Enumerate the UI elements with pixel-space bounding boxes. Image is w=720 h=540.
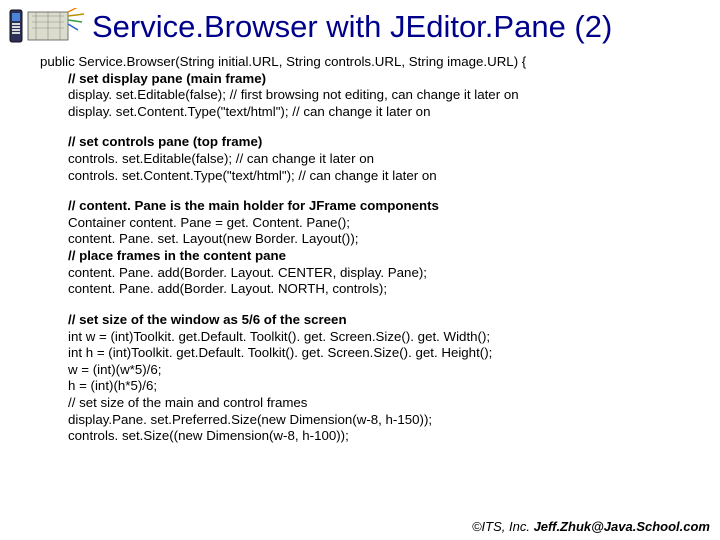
slide-title: Service.Browser with JEditor.Pane (2) (92, 9, 612, 45)
code-line: Container content. Pane = get. Content. … (40, 215, 710, 232)
slide: Service.Browser with JEditor.Pane (2) pu… (0, 0, 720, 540)
blank-line (40, 298, 710, 312)
code-comment: // set controls pane (top frame) (40, 134, 710, 151)
code-line: display.Pane. set.Preferred.Size(new Dim… (40, 412, 710, 429)
code-line: int h = (int)Toolkit. get.Default. Toolk… (40, 345, 710, 362)
code-line: controls. set.Content.Type("text/html");… (40, 168, 710, 185)
code-line: display. set.Content.Type("text/html"); … (40, 104, 710, 121)
code-line: w = (int)(w*5)/6; (40, 362, 710, 379)
code-line: controls. set.Editable(false); // can ch… (40, 151, 710, 168)
code-comment: // content. Pane is the main holder for … (40, 198, 710, 215)
blank-line (40, 120, 710, 134)
code-block: public Service.Browser(String initial.UR… (0, 50, 720, 445)
code-line: int w = (int)Toolkit. get.Default. Toolk… (40, 329, 710, 346)
code-comment: // set display pane (main frame) (40, 71, 710, 88)
code-signature: public Service.Browser(String initial.UR… (40, 54, 710, 71)
phone-map-icon (6, 8, 86, 46)
code-line: display. set.Editable(false); // first b… (40, 87, 710, 104)
code-line: content. Pane. add(Border. Layout. NORTH… (40, 281, 710, 298)
code-line: controls. set.Size((new Dimension(w-8, h… (40, 428, 710, 445)
header-graphic (6, 8, 86, 46)
code-line: // set size of the main and control fram… (40, 395, 710, 412)
code-comment: // set size of the window as 5/6 of the … (40, 312, 710, 329)
copyright-text: ©ITS, Inc. (472, 519, 534, 534)
code-line: h = (int)(h*5)/6; (40, 378, 710, 395)
code-comment: // place frames in the content pane (40, 248, 710, 265)
slide-footer: ©ITS, Inc. Jeff.Zhuk@Java.School.com (472, 519, 710, 534)
code-line: content. Pane. set. Layout(new Border. L… (40, 231, 710, 248)
footer-email: Jeff.Zhuk@Java.School.com (534, 519, 710, 534)
blank-line (40, 184, 710, 198)
slide-header: Service.Browser with JEditor.Pane (2) (0, 0, 720, 50)
code-line: content. Pane. add(Border. Layout. CENTE… (40, 265, 710, 282)
